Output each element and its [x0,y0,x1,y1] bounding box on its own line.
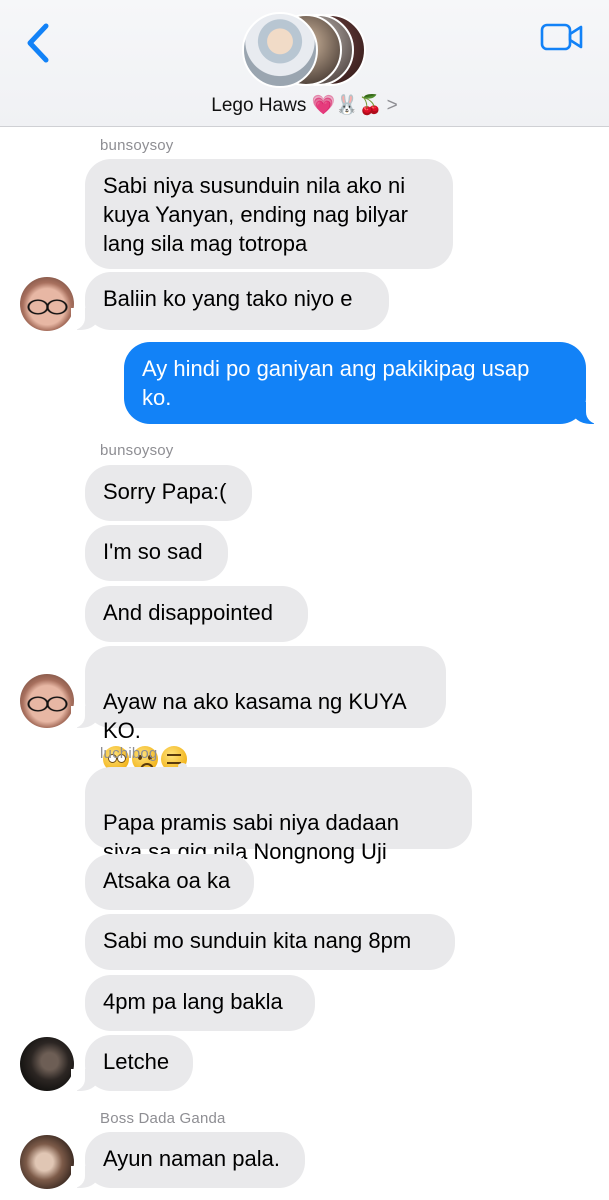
message-bubble[interactable]: Atsaka oa ka [85,854,254,910]
group-avatar [242,12,318,88]
message-bubble[interactable]: 4pm pa lang bakla [85,975,315,1031]
message-bubble[interactable]: I'm so sad [85,525,228,581]
group-avatars[interactable] [242,12,372,90]
avatar[interactable] [20,674,74,728]
message-bubble[interactable]: Sabi mo sunduin kita nang 8pm [85,914,455,970]
message-bubble[interactable]: Letche [71,1035,193,1091]
group-title[interactable]: Lego Haws 💗🐰🍒 > [0,93,609,117]
message-bubble-with-emoji[interactable]: Ayaw na ako kasama ng KUYA KO. [71,646,446,772]
back-button[interactable] [22,22,56,64]
video-camera-icon [540,23,583,51]
avatar[interactable] [20,277,74,331]
sent-message-bubble[interactable]: Ay hindi po ganiyan ang pakikipag usap k… [124,342,600,424]
video-call-button[interactable] [540,22,584,52]
message-bubble[interactable]: And disappointed [85,586,308,642]
sender-name: bunsoysoy [100,137,174,154]
message-bubble-with-emoji[interactable]: Papa pramis sabi niya dadaan siya sa gig… [85,767,472,893]
avatar[interactable] [20,1135,74,1189]
message-bubble[interactable]: Sabi niya susunduin nila ako ni kuya Yan… [85,159,453,269]
conversation-header: Lego Haws 💗🐰🍒 > [0,0,609,127]
sender-name: bunsoysoy [100,442,174,459]
sender-name: luchibog [100,745,158,762]
chevron-right-icon: > [386,95,398,116]
group-name-text: Lego Haws 💗🐰🍒 [211,95,383,116]
avatar[interactable] [20,1037,74,1091]
message-bubble[interactable]: Sorry Papa:( [85,465,252,521]
message-text: Ayaw na ako kasama ng KUYA KO. [103,689,407,743]
message-bubble[interactable]: Baliin ko yang tako niyo e [71,272,389,330]
sender-name: Boss Dada Ganda [100,1110,226,1127]
message-bubble[interactable]: Ayun naman pala. [71,1132,305,1188]
chevron-left-icon [27,23,49,63]
